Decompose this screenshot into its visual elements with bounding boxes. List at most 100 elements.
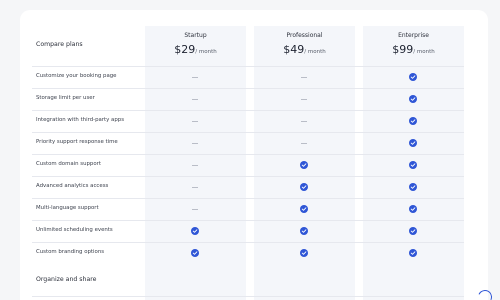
plan-price: $99/ month <box>363 43 464 56</box>
feature-cell-professional <box>254 116 355 126</box>
row-divider <box>32 132 464 133</box>
dash-icon <box>301 142 307 144</box>
row-divider <box>32 296 464 297</box>
plan-price: $49/ month <box>254 43 355 56</box>
feature-cell-professional <box>254 94 355 104</box>
row-divider <box>32 66 464 67</box>
check-circle-icon <box>191 227 199 235</box>
price-period: / month <box>413 49 435 55</box>
feature-cell-startup <box>145 226 246 236</box>
dash-icon <box>192 142 198 144</box>
feature-row: Advanced analytics access <box>32 176 464 198</box>
feature-cell-startup <box>145 116 246 126</box>
dash-icon <box>192 98 198 100</box>
feature-row: Custom domain support <box>32 154 464 176</box>
feature-cell-enterprise <box>363 138 464 148</box>
row-divider <box>32 220 464 221</box>
check-circle-icon <box>409 73 417 81</box>
price-period: / month <box>304 49 326 55</box>
dash-icon <box>192 186 198 188</box>
price-amount: $29 <box>174 43 196 56</box>
plan-header-professional: Professional $49/ month <box>254 26 355 66</box>
dash-icon <box>192 76 198 78</box>
dash-icon <box>192 208 198 210</box>
feature-cell-enterprise <box>363 204 464 214</box>
feature-cell-startup <box>145 94 246 104</box>
feature-label: Custom domain support <box>36 161 101 167</box>
check-circle-icon <box>300 249 308 257</box>
feature-row: Unlimited scheduling events <box>32 220 464 242</box>
row-divider <box>32 242 464 243</box>
price-amount: $49 <box>283 43 305 56</box>
check-circle-icon <box>300 205 308 213</box>
feature-label: Unlimited scheduling events <box>36 227 113 233</box>
feature-cell-startup <box>145 204 246 214</box>
section-title: Organize and share <box>36 276 97 283</box>
check-circle-icon <box>409 183 417 191</box>
plan-name: Enterprise <box>398 32 429 39</box>
plan-name: Professional <box>286 32 323 39</box>
feature-cell-professional <box>254 248 355 258</box>
plan-price: $29/ month <box>145 43 246 56</box>
check-circle-icon <box>409 117 417 125</box>
feature-label: Integration with third-party apps <box>36 117 124 123</box>
check-circle-icon <box>409 205 417 213</box>
price-period: / month <box>195 49 217 55</box>
feature-row: Storage limit per user <box>32 88 464 110</box>
row-divider <box>32 198 464 199</box>
check-circle-icon <box>409 249 417 257</box>
row-divider <box>32 176 464 177</box>
feature-cell-startup <box>145 160 246 170</box>
check-circle-icon <box>409 161 417 169</box>
feature-cell-professional <box>254 160 355 170</box>
feature-cell-enterprise <box>363 248 464 258</box>
compare-plans-title: Compare plans <box>36 41 83 48</box>
feature-cell-startup <box>145 248 246 258</box>
plan-name: Startup <box>184 32 207 39</box>
dash-icon <box>301 98 307 100</box>
feature-row: Multi-language support <box>32 198 464 220</box>
row-divider <box>32 154 464 155</box>
feature-cell-startup <box>145 138 246 148</box>
check-circle-icon <box>409 227 417 235</box>
feature-label: Customize your booking page <box>36 73 117 79</box>
feature-cell-professional <box>254 226 355 236</box>
feature-cell-startup <box>145 72 246 82</box>
feature-row: Priority support response time <box>32 132 464 154</box>
feature-cell-enterprise <box>363 94 464 104</box>
feature-label: Multi-language support <box>36 205 99 211</box>
check-circle-icon <box>300 227 308 235</box>
row-divider <box>32 88 464 89</box>
check-circle-icon <box>409 95 417 103</box>
feature-label: Storage limit per user <box>36 95 95 101</box>
feature-label: Advanced analytics access <box>36 183 109 189</box>
check-circle-icon <box>409 139 417 147</box>
feature-cell-professional <box>254 72 355 82</box>
row-divider <box>32 110 464 111</box>
dash-icon <box>192 120 198 122</box>
feature-cell-professional <box>254 182 355 192</box>
check-circle-icon <box>191 249 199 257</box>
check-circle-icon <box>300 161 308 169</box>
check-circle-icon <box>300 183 308 191</box>
feature-cell-enterprise <box>363 72 464 82</box>
dash-icon <box>301 76 307 78</box>
dash-icon <box>192 164 198 166</box>
feature-cell-enterprise <box>363 160 464 170</box>
feature-row: Integration with third-party apps <box>32 110 464 132</box>
feature-cell-enterprise <box>363 226 464 236</box>
feature-cell-professional <box>254 138 355 148</box>
plan-header-startup: Startup $29/ month <box>145 26 246 66</box>
plan-header-enterprise: Enterprise $99/ month <box>363 26 464 66</box>
dash-icon <box>301 120 307 122</box>
feature-row: Customize your booking page <box>32 66 464 88</box>
feature-cell-startup <box>145 182 246 192</box>
feature-cell-enterprise <box>363 116 464 126</box>
feature-label: Priority support response time <box>36 139 118 145</box>
pricing-page: Compare plans Startup $29/ month Profess… <box>0 0 500 300</box>
feature-row: Custom branding options <box>32 242 464 264</box>
price-amount: $99 <box>392 43 414 56</box>
feature-cell-professional <box>254 204 355 214</box>
feature-cell-enterprise <box>363 182 464 192</box>
feature-label: Custom branding options <box>36 249 105 255</box>
